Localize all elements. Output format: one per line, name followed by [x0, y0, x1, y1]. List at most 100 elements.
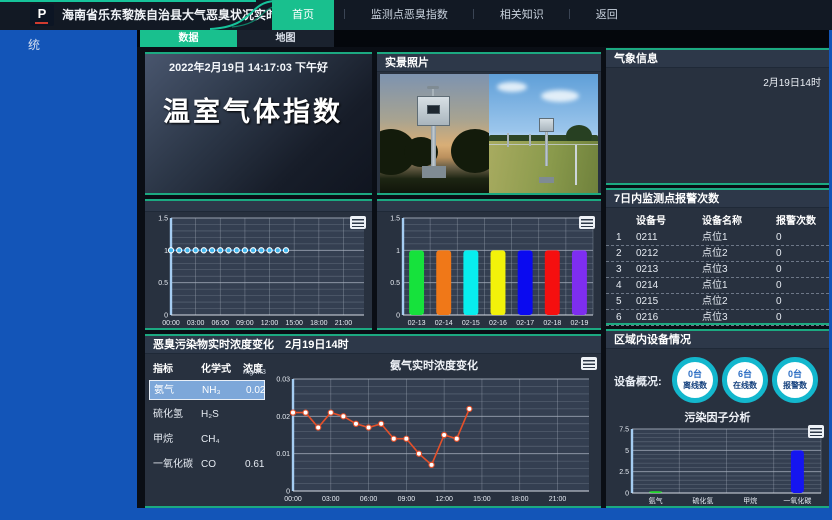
svg-text:0: 0	[286, 489, 290, 496]
cloud	[541, 90, 579, 102]
greenhouse-index-title: 温室气体指数	[163, 90, 343, 129]
svg-text:12:00: 12:00	[435, 496, 453, 503]
alarm-count-value: 0	[776, 294, 782, 310]
tab-map[interactable]: 地图	[237, 30, 334, 47]
svg-text:09:00: 09:00	[236, 320, 254, 327]
chart-toolbox-icon[interactable]	[581, 357, 597, 370]
pollutant-name: 硫化氢	[153, 405, 183, 425]
chart-panel-header	[377, 201, 601, 212]
tab-data[interactable]: 数据	[140, 30, 237, 47]
fence-post	[529, 134, 531, 146]
alarm-count-value: 0	[776, 262, 782, 278]
svg-text:硫化氢: 硫化氢	[692, 496, 713, 505]
nh3-realtime-chart: 00.010.020.0300:0003:0006:0009:0012:0015…	[267, 373, 597, 504]
pollutant-formula: H₂S	[201, 405, 219, 425]
alarm-table-row[interactable]: 60216点位30	[606, 310, 829, 326]
daily-index-chart-panel: 00.511.502-1302-1402-1502-1602-1702-1802…	[377, 199, 601, 330]
monitor-station-pole	[431, 126, 436, 170]
device-name: 点位3	[702, 262, 728, 278]
grass-field	[489, 141, 598, 193]
nav-item-back[interactable]: 返回	[581, 0, 633, 30]
row-index: 3	[616, 262, 622, 278]
monitor-station-base	[422, 166, 446, 178]
odor-table-row[interactable]: 一氧化碳CO0.61	[149, 455, 265, 475]
alarm-table-row[interactable]: 20212点位20	[606, 246, 829, 262]
greenhouse-index-panel: 2022年2月19日 14:17:03 下午好 温室气体指数	[145, 52, 372, 195]
odor-panel-header: 恶臭污染物实时浓度变化 2月19日14时	[145, 336, 601, 354]
alarm-label: 报警数	[777, 380, 813, 391]
chart-toolbox-icon[interactable]	[350, 216, 366, 229]
svg-text:0.01: 0.01	[276, 451, 290, 458]
offline-label: 离线数	[677, 380, 713, 391]
pollutant-formula: NH₃	[202, 381, 221, 401]
cloud	[497, 82, 527, 92]
odor-table-row[interactable]: 硫化氢 H₂S	[149, 405, 265, 425]
top-nav-bar: P 海南省乐东黎族自治县大气恶臭状况实时发布系 首页 监测点恶臭指数 相关知识 …	[0, 0, 832, 30]
monitor-station-base	[539, 177, 554, 183]
odor-table: 指标 化学式 浓度 mg/m3 氨气NH₃0.02硫化氢H₂S甲烷CH₄一氧化碳…	[145, 356, 267, 504]
device-overview-row: 设备概况: 0台 离线数 6台 在线数 0台 报警数	[606, 353, 829, 407]
site-photo-field	[489, 74, 598, 193]
svg-text:0: 0	[164, 313, 168, 320]
odor-table-row[interactable]: 甲烷CH₄	[149, 430, 265, 450]
alarm-count-value: 0	[776, 246, 782, 262]
svg-text:15:00: 15:00	[473, 496, 491, 503]
fence-rail	[489, 144, 598, 146]
svg-text:甲烷: 甲烷	[743, 496, 757, 505]
nav-divider	[473, 9, 474, 19]
alarm-table-row[interactable]: 50215点位20	[606, 294, 829, 310]
pollutant-name: 氨气	[154, 381, 174, 401]
svg-text:2.5: 2.5	[619, 469, 629, 476]
monitor-station-cabinet	[539, 118, 554, 132]
alarm-table-row[interactable]: 30213点位30	[606, 262, 829, 278]
svg-text:06:00: 06:00	[360, 496, 378, 503]
svg-text:1.5: 1.5	[390, 216, 400, 223]
odor-table-row[interactable]: 氨气 NH₃ 0.02	[149, 380, 265, 400]
pollutant-value: 0.02	[246, 381, 265, 401]
online-label: 在线数	[727, 380, 763, 391]
fence-post	[507, 133, 509, 147]
odor-pollutant-panel: 恶臭污染物实时浓度变化 2月19日14时 指标 化学式 浓度 mg/m3 氨气N…	[145, 334, 601, 508]
svg-text:氨气: 氨气	[649, 496, 663, 505]
device-id: 0215	[636, 294, 658, 310]
svg-text:02-15: 02-15	[462, 320, 480, 327]
svg-text:02-14: 02-14	[435, 320, 453, 327]
nav-menu: 首页 监测点恶臭指数 相关知识 返回	[272, 0, 633, 30]
alarm-table-row[interactable]: 10211点位10	[606, 230, 829, 246]
svg-text:06:00: 06:00	[212, 320, 230, 327]
weather-info-panel: 气象信息 2月19日14时	[606, 48, 829, 185]
chart-toolbox-icon[interactable]	[808, 425, 824, 438]
nav-divider	[344, 9, 345, 19]
alarm-count-value: 0	[776, 230, 782, 246]
col-formula: 化学式	[201, 360, 231, 375]
tree-silhouette	[451, 129, 489, 173]
svg-text:03:00: 03:00	[322, 496, 340, 503]
device-overview-label: 设备概况:	[614, 373, 662, 389]
monitor-station-antenna-disc	[427, 86, 439, 89]
svg-text:5: 5	[625, 448, 629, 455]
svg-text:0.5: 0.5	[158, 280, 168, 287]
svg-text:21:00: 21:00	[549, 496, 567, 503]
region-devices-header: 区域内设备情况	[606, 331, 829, 349]
device-id: 0211	[636, 230, 658, 246]
alarm-table-row[interactable]: 40214点位10	[606, 278, 829, 294]
device-name: 点位2	[702, 294, 728, 310]
nav-item-odor-index[interactable]: 监测点恶臭指数	[356, 0, 463, 30]
svg-text:00:00: 00:00	[284, 496, 302, 503]
pollutant-name: 甲烷	[153, 430, 173, 450]
row-index: 2	[616, 246, 622, 262]
chart-toolbox-icon[interactable]	[579, 216, 595, 229]
svg-text:一氧化碳: 一氧化碳	[783, 496, 811, 505]
col-indicator: 指标	[153, 360, 173, 375]
col-device-name: 设备名称	[702, 214, 742, 230]
nav-item-home[interactable]: 首页	[272, 0, 334, 30]
pollutant-name: 一氧化碳	[153, 455, 193, 475]
alarm-count-circle: 0台 报警数	[772, 357, 818, 403]
svg-text:09:00: 09:00	[398, 496, 416, 503]
datetime-greeting: 2022年2月19日 14:17:03 下午好	[145, 59, 352, 75]
nav-item-knowledge[interactable]: 相关知识	[485, 0, 559, 30]
app-logo: P	[30, 4, 54, 26]
alarm-count-header: 7日内监测点报警次数	[606, 190, 829, 208]
nav-divider	[569, 9, 570, 19]
monitor-station-antenna	[432, 88, 434, 96]
